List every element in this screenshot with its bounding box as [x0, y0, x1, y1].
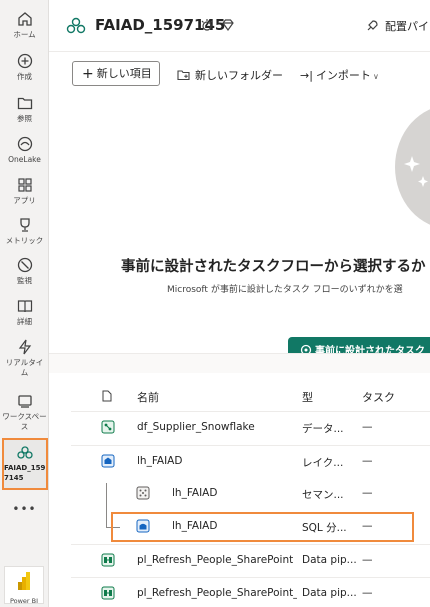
- browse-icon: [17, 97, 32, 110]
- onelake-icon: [17, 136, 32, 152]
- workspace-settings-icon[interactable]: [199, 17, 215, 33]
- nav-browse-label: 参照: [17, 114, 32, 123]
- powerbi-icon: [18, 572, 30, 590]
- apps-icon: [17, 178, 32, 192]
- item-task: —: [362, 455, 373, 467]
- nav-monitor[interactable]: 監視: [0, 256, 49, 286]
- sparkle-illustration-icon: [395, 109, 430, 225]
- nav-browse[interactable]: 参照: [0, 94, 49, 124]
- nav-current-workspace-label: FAIAD_1597145: [4, 464, 46, 482]
- item-type: レイク...: [302, 457, 344, 469]
- nav-create[interactable]: 作成: [0, 52, 49, 82]
- create-icon: [17, 53, 32, 69]
- toolbar: + 新しい項目 新しいフォルダー →| インポート ∨: [49, 58, 430, 90]
- home-icon: [17, 12, 32, 26]
- table-row[interactable]: pl_Refresh_People_SharePoint Data pip...…: [71, 544, 430, 577]
- item-name[interactable]: pl_Refresh_People_SharePoint_Opt: [137, 587, 297, 599]
- item-type: データ...: [302, 423, 344, 435]
- import-label: インポート: [315, 69, 371, 82]
- deployment-pipeline-button[interactable]: 配置パイ: [365, 18, 429, 34]
- item-task: —: [362, 554, 373, 566]
- semantic-model-icon: [136, 486, 150, 500]
- workspace-header: FAIAD_1597145 配置パイ: [49, 0, 430, 52]
- powerbi-switcher[interactable]: Power BI: [4, 566, 44, 605]
- item-task: —: [362, 421, 373, 433]
- premium-diamond-icon: [222, 19, 234, 32]
- table-row[interactable]: df_Supplier_Snowflake データ... —: [71, 411, 430, 444]
- item-task: —: [362, 487, 373, 499]
- chevron-down-icon: ∨: [372, 72, 379, 81]
- nav-create-label: 作成: [17, 72, 32, 81]
- lakehouse-icon: [101, 454, 115, 468]
- nav-current-workspace[interactable]: FAIAD_1597145: [2, 438, 48, 490]
- item-name[interactable]: lh_FAIAD: [137, 455, 182, 467]
- item-type: Data pip...: [302, 587, 357, 599]
- nav-home-label: ホーム: [13, 30, 36, 39]
- item-task: —: [362, 587, 373, 599]
- workspaces-icon: [17, 395, 32, 408]
- metrics-icon: [19, 218, 30, 232]
- nav-onelake-label: OneLake: [8, 155, 41, 164]
- import-button[interactable]: →| インポート ∨: [300, 67, 379, 83]
- learn-icon: [17, 300, 32, 313]
- tree-connector: [106, 483, 107, 527]
- column-header-type[interactable]: 型: [302, 389, 313, 405]
- new-item-button[interactable]: + 新しい項目: [72, 61, 160, 86]
- nav-apps[interactable]: アプリ: [0, 176, 49, 206]
- select-task-flow-button[interactable]: 事前に設計されたタスク: [288, 337, 430, 354]
- table-row[interactable]: pl_Refresh_People_SharePoint_Opt Data pi…: [71, 577, 430, 607]
- task-flow-subtitle: Microsoft が事前に設計したタスク フローのいずれかを選: [167, 285, 403, 295]
- deployment-pipeline-label: 配置パイ: [385, 20, 429, 33]
- section-divider: [49, 353, 430, 373]
- more-icon[interactable]: •••: [0, 502, 49, 516]
- nav-realtime[interactable]: リアルタイム: [0, 338, 49, 378]
- pipeline-icon: [101, 553, 115, 567]
- item-type: セマン...: [302, 489, 344, 501]
- item-name[interactable]: pl_Refresh_People_SharePoint: [137, 554, 293, 566]
- task-flow-banner: 事前に設計されたタスクフローから選択するか Microsoft が事前に設計した…: [49, 92, 430, 354]
- nav-apps-label: アプリ: [13, 196, 36, 205]
- new-item-label: 新しい項目: [96, 67, 152, 80]
- pipeline-icon: [101, 586, 115, 600]
- item-name[interactable]: df_Supplier_Snowflake: [137, 421, 255, 433]
- item-type: Data pip...: [302, 554, 357, 566]
- workspace-icon: [17, 446, 33, 459]
- nav-metrics[interactable]: メトリック: [0, 216, 49, 246]
- item-name[interactable]: lh_FAIAD: [172, 487, 217, 499]
- plus-icon: +: [82, 66, 94, 82]
- task-flow-title: 事前に設計されたタスクフローから選択するか: [121, 259, 426, 275]
- nav-realtime-label: リアルタイム: [5, 358, 44, 377]
- file-type-icon: [102, 390, 112, 402]
- column-header-name[interactable]: 名前: [137, 389, 159, 405]
- import-icon: →|: [300, 69, 313, 82]
- highlight-box: [111, 512, 414, 542]
- table-row[interactable]: lh_FAIAD セマン... —: [120, 478, 430, 511]
- realtime-icon: [18, 339, 31, 355]
- nav-learn-label: 詳細: [17, 317, 32, 326]
- rocket-icon: [367, 20, 378, 31]
- workspace-logo-icon: [66, 17, 86, 34]
- powerbi-label: Power BI: [9, 597, 39, 605]
- column-header-task[interactable]: タスク: [362, 389, 395, 405]
- table-row[interactable]: lh_FAIAD レイク... —: [71, 445, 430, 478]
- left-nav-rail: ホーム 作成 参照 OneLake アプリ メトリック 監視 詳細 リアルタイム…: [0, 0, 49, 607]
- new-folder-button[interactable]: 新しいフォルダー: [177, 67, 283, 83]
- nav-metrics-label: メトリック: [5, 236, 44, 245]
- nav-learn[interactable]: 詳細: [0, 297, 49, 327]
- new-folder-label: 新しいフォルダー: [195, 69, 283, 82]
- nav-onelake[interactable]: OneLake: [0, 135, 49, 165]
- nav-monitor-label: 監視: [17, 276, 32, 285]
- new-folder-icon: [177, 70, 190, 81]
- dataflow-icon: [101, 420, 115, 434]
- nav-workspaces-label: ワークスペース: [2, 412, 47, 431]
- monitor-icon: [17, 257, 32, 273]
- nav-home[interactable]: ホーム: [0, 10, 49, 40]
- nav-workspaces[interactable]: ワークスペース: [0, 392, 49, 432]
